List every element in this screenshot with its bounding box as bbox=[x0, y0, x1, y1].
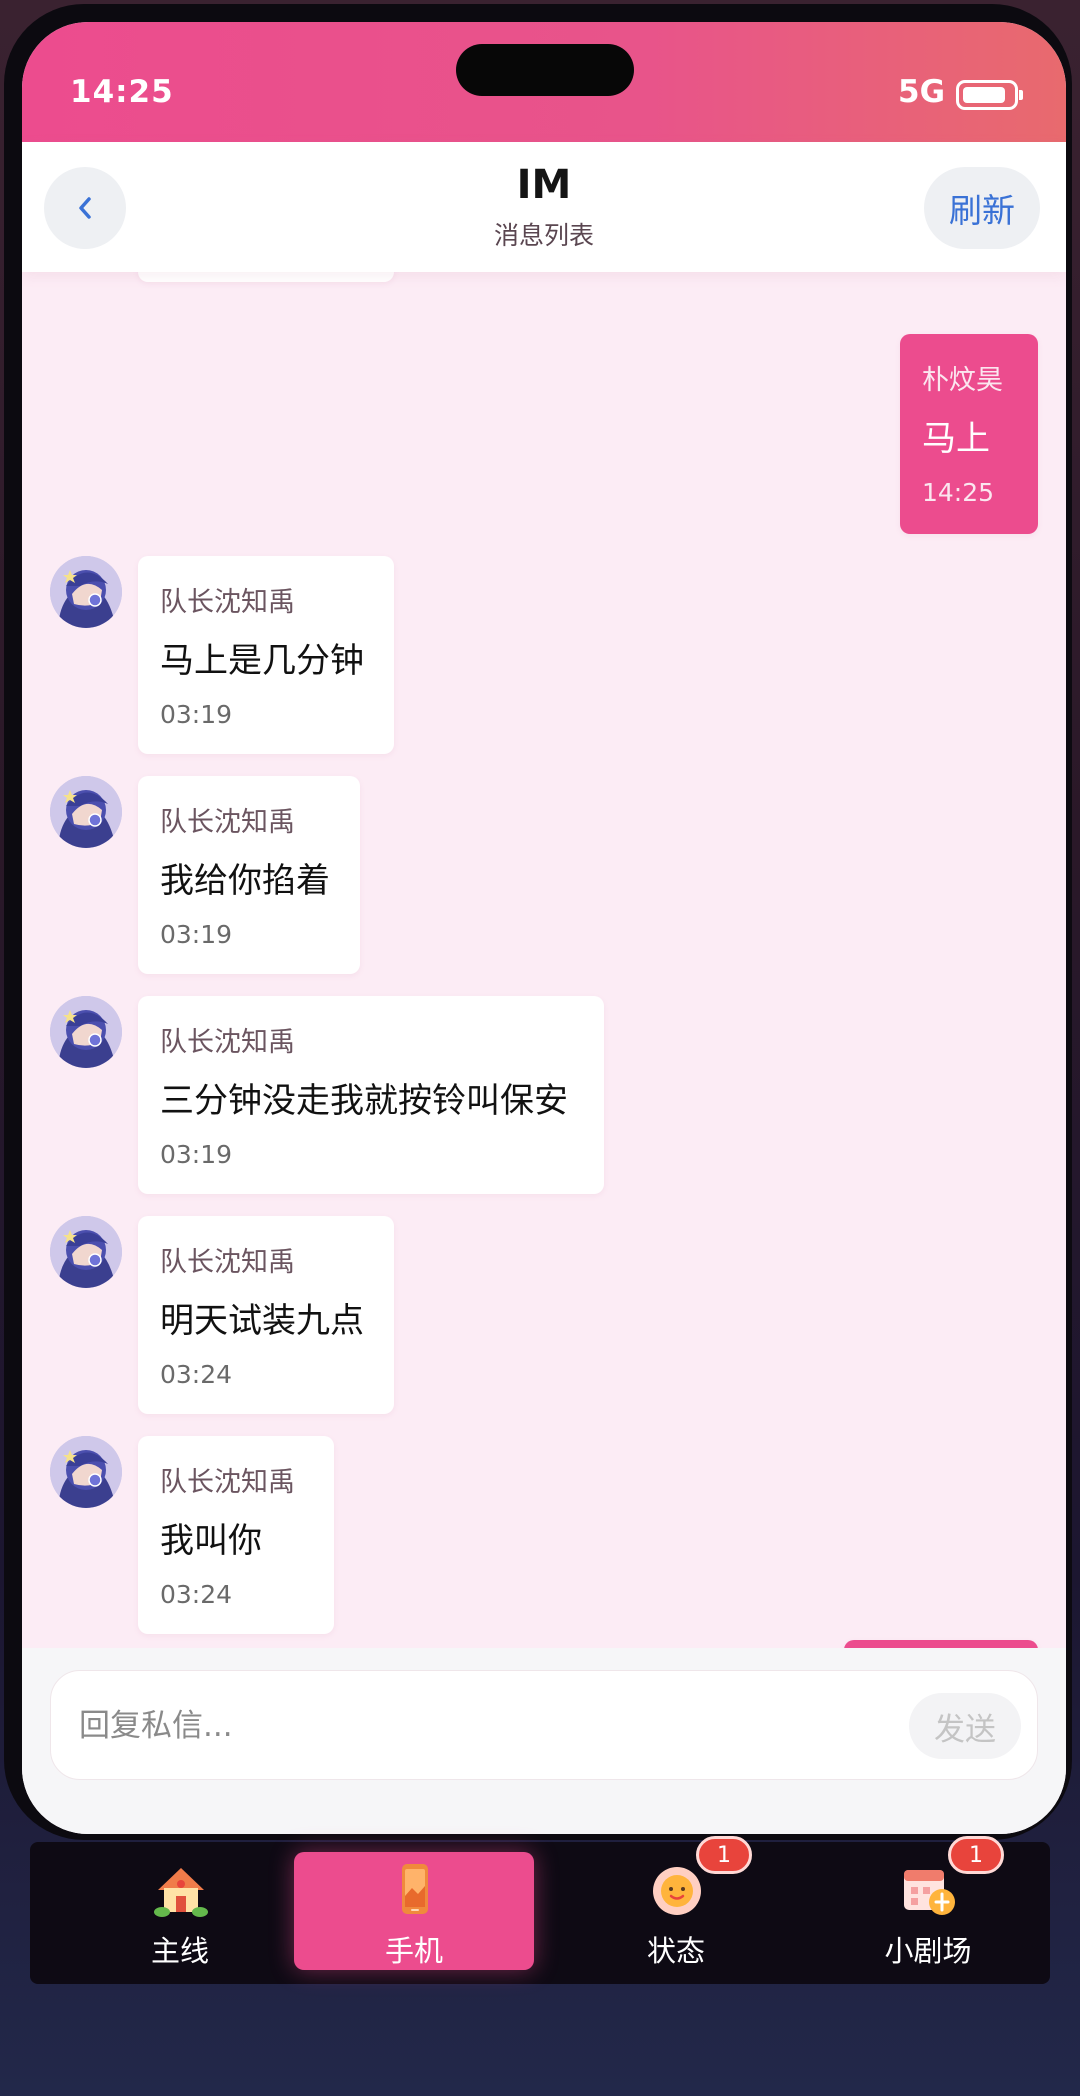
phone-icon bbox=[402, 1864, 428, 1914]
message-time: 03:24 bbox=[160, 1580, 233, 1609]
message-bubble-incoming[interactable]: 队长沈知禹 明天试装九点 03:24 bbox=[138, 1216, 394, 1414]
message-bubble-incoming[interactable]: 队长沈知禹 三分钟没走我就按铃叫保安 03:19 bbox=[138, 996, 604, 1194]
status-time: 14:25 bbox=[70, 74, 174, 110]
avatar-image bbox=[50, 556, 122, 628]
dynamic-island bbox=[456, 44, 634, 96]
tab-label: 手机 bbox=[384, 1934, 443, 1968]
page-subtitle: 消息列表 bbox=[493, 221, 594, 250]
message-sender: 队长沈知禹 bbox=[160, 1027, 295, 1058]
avatar[interactable] bbox=[50, 556, 122, 628]
composer-box: 发送 bbox=[50, 1670, 1038, 1780]
tab-phone[interactable]: 手机 bbox=[294, 1852, 534, 1970]
message-bubble-incoming[interactable]: 队长沈知禹 我叫你 03:24 bbox=[138, 1436, 334, 1634]
message-time: 03:19 bbox=[160, 700, 233, 729]
reply-input[interactable] bbox=[79, 1701, 859, 1751]
send-button[interactable]: 发送 bbox=[909, 1693, 1021, 1759]
message-text: 我叫你 bbox=[160, 1521, 262, 1561]
message-bubble-partial bbox=[138, 272, 394, 282]
avatar-image bbox=[50, 996, 122, 1068]
message-bubble-incoming[interactable]: 队长沈知禹 我给你掐着 03:19 bbox=[138, 776, 360, 974]
message-bubble-incoming[interactable]: 队长沈知禹 马上是几分钟 03:19 bbox=[138, 556, 394, 754]
bottom-tab-bar: 主线 手机 1 状态 1 小剧场 bbox=[30, 1836, 1050, 1984]
nav-header: IM 消息列表 刷新 bbox=[22, 142, 1066, 272]
message-sender: 队长沈知禹 bbox=[160, 587, 295, 618]
message-bubble-outgoing[interactable]: 朴炆昊 马上 14:25 bbox=[900, 334, 1038, 534]
tab-label: 小剧场 bbox=[884, 1934, 972, 1968]
refresh-button[interactable]: 刷新 bbox=[924, 167, 1040, 249]
tab-status[interactable]: 1 状态 bbox=[556, 1836, 796, 1970]
message-text: 我给你掐着 bbox=[160, 861, 330, 901]
avatar[interactable] bbox=[50, 776, 122, 848]
message-text: 明天试装九点 bbox=[160, 1301, 364, 1341]
house-icon bbox=[154, 1868, 208, 1917]
avatar-image bbox=[50, 776, 122, 848]
message-text: 马上 bbox=[922, 419, 990, 459]
message-sender: 队长沈知禹 bbox=[160, 1247, 295, 1278]
tab-label: 主线 bbox=[150, 1934, 209, 1968]
message-time: 14:25 bbox=[922, 478, 995, 507]
battery-icon bbox=[956, 80, 1023, 110]
tab-theater[interactable]: 1 小剧场 bbox=[808, 1836, 1048, 1970]
avatar[interactable] bbox=[50, 1216, 122, 1288]
message-text: 三分钟没走我就按铃叫保安 bbox=[160, 1081, 568, 1121]
message-sender: 队长沈知禹 bbox=[160, 1467, 295, 1498]
avatar[interactable] bbox=[50, 996, 122, 1068]
composer-bar: 发送 bbox=[22, 1648, 1066, 1834]
avatar-image bbox=[50, 1436, 122, 1508]
page-title: IM bbox=[516, 162, 572, 208]
message-time: 03:19 bbox=[160, 920, 233, 949]
message-time: 03:19 bbox=[160, 1140, 233, 1169]
tab-label: 状态 bbox=[646, 1934, 705, 1968]
message-sender: 朴炆昊 bbox=[922, 365, 1003, 396]
avatar[interactable] bbox=[50, 1436, 122, 1508]
phone-screen: 14:25 5G IM 消息列表 刷新 朴炆昊 马上 14:25 队长沈知禹 马… bbox=[22, 22, 1066, 1834]
message-bubble-partial bbox=[844, 1640, 1038, 1648]
notification-badge: 1 bbox=[948, 1836, 1004, 1874]
notification-badge: 1 bbox=[696, 1836, 752, 1874]
avatar-image bbox=[50, 1216, 122, 1288]
calendar-icon bbox=[904, 1870, 955, 1915]
tab-mainline[interactable]: 主线 bbox=[60, 1852, 300, 1970]
message-text: 马上是几分钟 bbox=[160, 641, 364, 681]
phone-frame: 14:25 5G IM 消息列表 刷新 朴炆昊 马上 14:25 队长沈知禹 马… bbox=[4, 4, 1072, 1840]
network-indicator: 5G bbox=[898, 74, 946, 110]
message-time: 03:24 bbox=[160, 1360, 233, 1389]
message-list[interactable]: 朴炆昊 马上 14:25 队长沈知禹 马上是几分钟 03:19 队长沈知禹 我给… bbox=[22, 272, 1066, 1648]
status-bar: 14:25 5G bbox=[22, 22, 1066, 142]
sun-face-icon bbox=[653, 1867, 701, 1915]
message-sender: 队长沈知禹 bbox=[160, 807, 295, 838]
